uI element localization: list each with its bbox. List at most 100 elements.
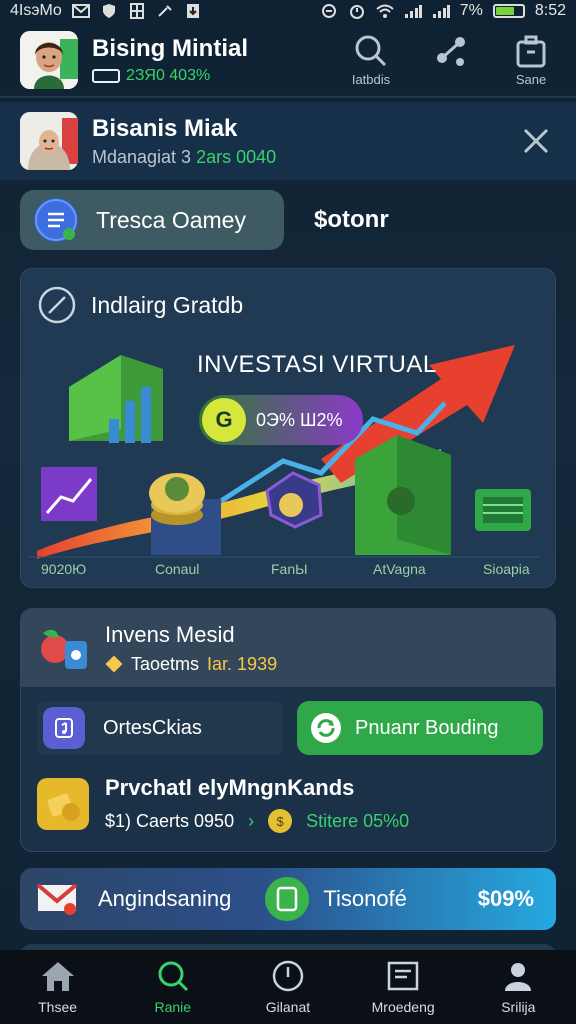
- nav-search-label: Ranie: [154, 999, 192, 1015]
- coins-icon: [149, 473, 221, 555]
- nav-home[interactable]: Thsee: [8, 959, 108, 1015]
- axis-label-4: Sioapia: [483, 561, 530, 577]
- axis-label-0: 9020Ю: [41, 561, 87, 577]
- document-icon: [265, 877, 310, 921]
- clock: 8:52: [534, 2, 566, 19]
- fruit-icon: [41, 629, 87, 669]
- options-button[interactable]: OrtesCkias: [37, 701, 283, 755]
- promo-label: Angindsaning: [98, 886, 232, 911]
- signal-icon: [404, 3, 422, 19]
- status-left: 4IsэMo: [10, 2, 202, 20]
- axis-label-1: Conaul: [155, 561, 200, 577]
- invest-footer-right: Stitere 05%0: [306, 810, 410, 831]
- primary-action-button[interactable]: Pnuanr Bouding: [297, 701, 543, 755]
- chart-banner: INVESTASI VIRTUAL: [197, 351, 437, 378]
- bottom-nav: Thsee Ranie Gilanat Mroedeng Srilija: [0, 950, 576, 1024]
- invest-footer-title: Prvchatl elyMngnKands: [105, 775, 355, 800]
- mini-chart-icon: [41, 467, 97, 521]
- close-button[interactable]: [516, 121, 556, 161]
- search-action-label: Iatbdis: [351, 71, 391, 87]
- header-subtitle-text: 2ЗЯ0 403%: [126, 67, 211, 84]
- bag-action-label: Sane: [515, 71, 547, 87]
- invest-footer-sub: $1) Caerts 0950 › $ Stitere 05%0: [105, 809, 409, 833]
- shield-icon: [100, 3, 118, 19]
- search-icon: [355, 35, 387, 66]
- battery-icon: [492, 4, 525, 18]
- share-action[interactable]: [426, 34, 476, 87]
- invest-card-header[interactable]: Invens Mesid Taoetms Іаr. 1939: [21, 609, 555, 687]
- nav-messages-label: Mroedeng: [371, 999, 435, 1015]
- search-icon: [158, 961, 188, 992]
- card-icon: [92, 68, 120, 83]
- promo-value: $09%: [477, 886, 534, 911]
- download-icon: [184, 3, 202, 19]
- chart-pill: G 0Э% Ш2%: [199, 395, 363, 445]
- refresh-icon: [311, 713, 341, 743]
- invest-footer-text: Prvchatl elyMngnKands $1) Caerts 0950 › …: [105, 775, 409, 833]
- app-header: Bising Mintial 2ЗЯ0 403% Iatbdis Sane: [0, 24, 576, 98]
- alarm-icon: [348, 3, 366, 19]
- invest-sub-value: Іаr. 1939: [207, 653, 278, 674]
- home-icon: [41, 962, 74, 991]
- nav-profile-label: Srilija: [501, 999, 536, 1015]
- invest-footer-left: $1) Caerts 0950: [105, 810, 235, 831]
- axis-label-2: FanЫ: [271, 561, 308, 577]
- list-icon: [34, 198, 78, 242]
- notification-subtitle-prefix: Mdanagiat 3: [92, 146, 192, 167]
- carrier-label: 4IsэMo: [10, 2, 62, 19]
- mini-coin-icon: $: [268, 809, 293, 833]
- diamond-icon: [105, 655, 123, 673]
- pill-text: 0Э% Ш2%: [256, 409, 343, 430]
- header-subtitle: 2ЗЯ0 403%: [92, 67, 346, 85]
- nav-messages[interactable]: Mroedeng: [353, 959, 453, 1015]
- tabs-row: Tresca Oamey $otonr: [20, 190, 556, 250]
- dnd-icon: [320, 3, 338, 19]
- invest-subtitle: Taoetms Іаr. 1939: [105, 654, 277, 675]
- hexagon-icon: [355, 435, 451, 555]
- invest-card: Invens Mesid Taoetms Іаr. 1939 OrtesCkia…: [20, 608, 556, 852]
- invest-footer[interactable]: Prvchatl elyMngnKands $1) Caerts 0950 › …: [37, 775, 409, 833]
- compass-icon: [272, 960, 304, 992]
- nav-profile[interactable]: Srilija: [468, 959, 568, 1015]
- table-icon: [475, 489, 531, 531]
- tab-active-label: Tresca Oamey: [96, 206, 246, 233]
- gmail-icon: [71, 3, 90, 19]
- nav-home-label: Thsee: [38, 999, 78, 1015]
- signal-2-icon: [432, 3, 450, 19]
- mail-icon: [387, 961, 419, 991]
- avatar[interactable]: [20, 31, 78, 89]
- notification-text: Bisanis Miak Mdanagiat 3 2ars 0040: [92, 115, 516, 168]
- invest-button-row: OrtesCkias Pnuanr Bouding: [37, 701, 543, 755]
- invest-sub-label: Taoetms: [131, 653, 200, 674]
- tab-active[interactable]: Tresca Oamey: [20, 190, 284, 250]
- promo-label-2: Tisonofé: [323, 886, 407, 911]
- notification-row[interactable]: Bisanis Miak Mdanagiat 3 2ars 0040: [0, 102, 576, 180]
- promo-bar[interactable]: Angindsaning Tisonofé $09%: [20, 868, 556, 930]
- options-button-label: OrtesCkias: [103, 716, 202, 739]
- search-action[interactable]: Iatbdis: [346, 34, 396, 87]
- bag-action[interactable]: Sane: [506, 34, 556, 87]
- close-icon: [523, 128, 549, 154]
- bag-icon: [516, 35, 546, 67]
- battery-percent: 7%: [459, 2, 483, 19]
- nav-compass[interactable]: Gilanat: [238, 959, 338, 1015]
- status-bar: 4IsэMo 7% 8:52: [0, 0, 576, 22]
- profile-icon: [505, 963, 532, 991]
- pill-icon: G: [202, 398, 246, 442]
- header-title: Bising Mintial: [92, 35, 248, 62]
- axis-label-3: AtVagna: [373, 561, 426, 577]
- chart-card[interactable]: Indlairg Gratdb INVESTASI VIRTUAL G 0Э% …: [20, 268, 556, 588]
- tools-icon: [156, 3, 174, 19]
- notification-subtitle-accent: 2ars 0040: [196, 146, 277, 167]
- gear-icon: [265, 471, 323, 529]
- battery-fill: [495, 7, 515, 15]
- mail-icon: [36, 883, 78, 915]
- notification-avatar: [20, 112, 78, 170]
- status-right: 7% 8:52: [320, 2, 566, 20]
- header-actions: Iatbdis Sane: [346, 34, 556, 87]
- invest-title: Invens Mesid: [105, 621, 235, 647]
- nav-search[interactable]: Ranie: [123, 959, 223, 1015]
- tab-inactive[interactable]: $otonr: [314, 206, 389, 234]
- notification-title: Bisanis Miak: [92, 114, 238, 142]
- invest-head-text: Invens Mesid Taoetms Іаr. 1939: [105, 622, 277, 675]
